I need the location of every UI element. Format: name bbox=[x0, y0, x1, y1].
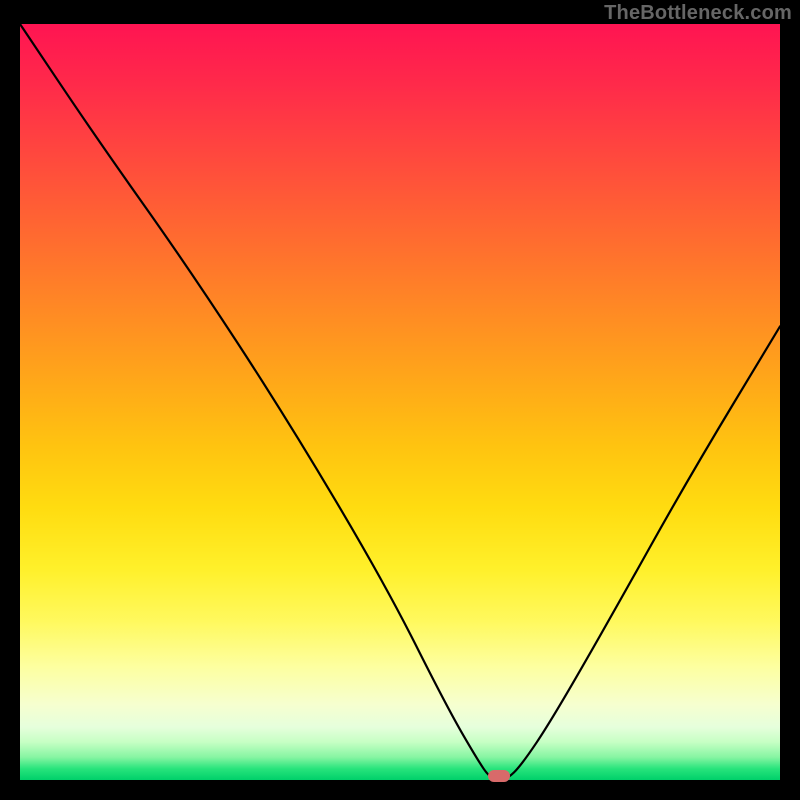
watermark-text: TheBottleneck.com bbox=[604, 2, 792, 25]
optimal-point-marker bbox=[488, 770, 510, 782]
plot-area bbox=[20, 24, 780, 780]
chart-frame: TheBottleneck.com bbox=[0, 0, 800, 800]
curve-path bbox=[20, 24, 780, 780]
bottleneck-curve bbox=[20, 24, 780, 780]
